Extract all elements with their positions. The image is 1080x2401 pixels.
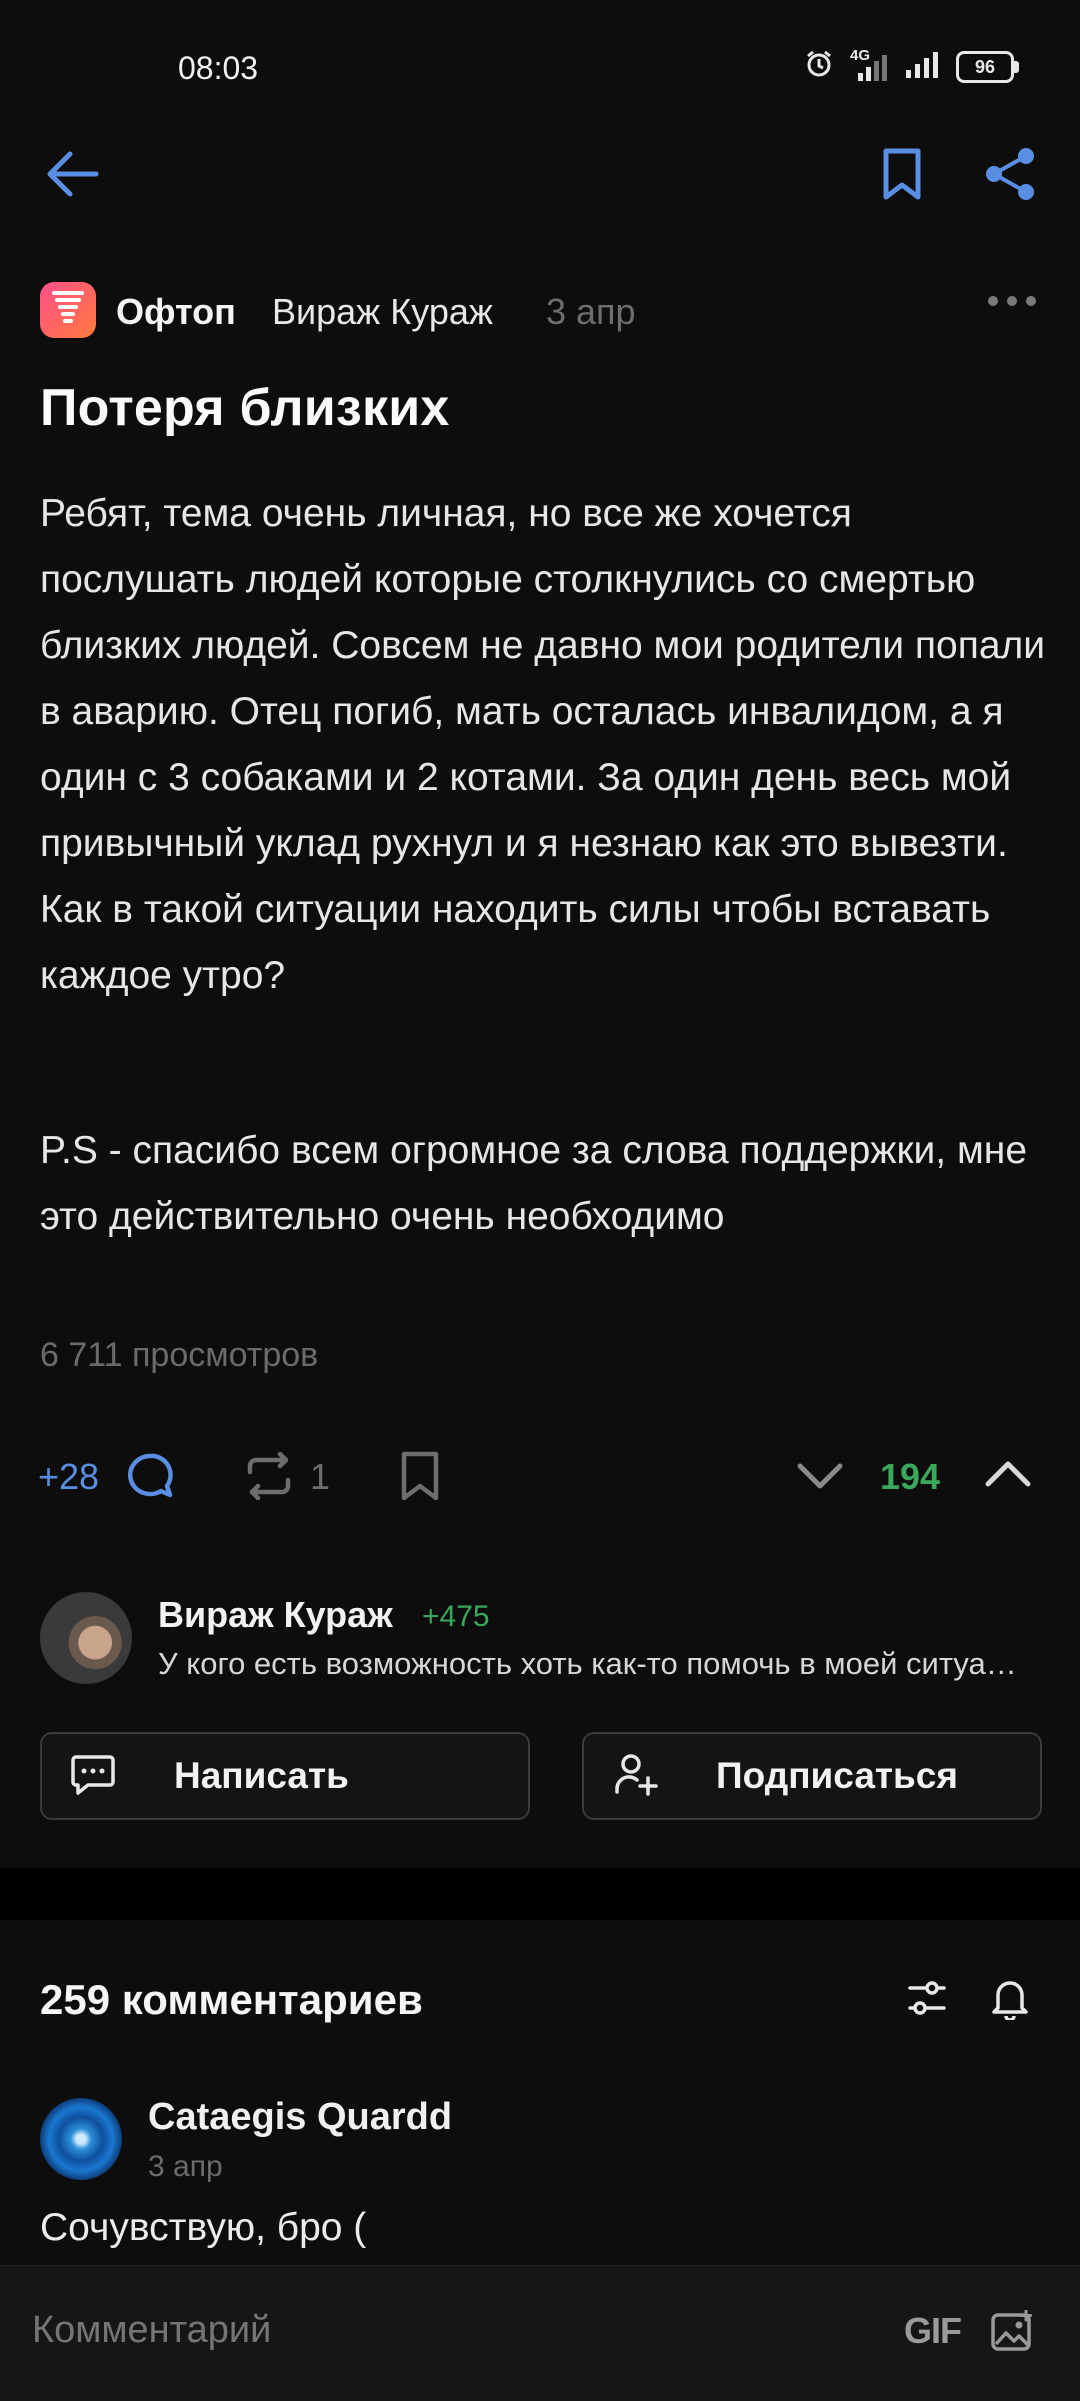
chevron-down-icon bbox=[796, 1463, 844, 1498]
battery-icon: 96 bbox=[956, 50, 1019, 83]
views-count: 6 711 просмотров bbox=[40, 1336, 319, 1374]
comments-title: 259 комментариев bbox=[40, 1976, 423, 2023]
status-time: 08:03 bbox=[178, 50, 259, 86]
comment-input[interactable] bbox=[30, 2308, 854, 2353]
back-arrow-icon bbox=[42, 146, 102, 207]
comment-text: Сочувствую, бро ( bbox=[40, 2206, 367, 2249]
bookmark-button[interactable] bbox=[862, 136, 942, 216]
community-name[interactable]: Офтоп bbox=[116, 291, 236, 333]
tornado-icon bbox=[51, 288, 85, 333]
share-icon bbox=[982, 146, 1038, 207]
repost-button[interactable] bbox=[240, 1451, 298, 1505]
signal-4g-icon: 4G bbox=[846, 47, 892, 83]
add-user-icon bbox=[614, 1752, 658, 1801]
save-button[interactable] bbox=[398, 1450, 442, 1507]
author-avatar[interactable] bbox=[40, 1592, 132, 1684]
commenter-avatar[interactable] bbox=[40, 2098, 122, 2180]
downvote-button[interactable] bbox=[796, 1458, 844, 1499]
back-button[interactable] bbox=[32, 136, 112, 216]
commenter-name[interactable]: Cataegis Quardd bbox=[148, 2096, 452, 2139]
comments-filter-button[interactable] bbox=[906, 1978, 948, 2023]
comments-new-count[interactable]: +28 bbox=[38, 1456, 99, 1498]
post-author[interactable]: Вираж Кураж bbox=[272, 291, 493, 333]
author-card-name[interactable]: Вираж Кураж bbox=[158, 1594, 393, 1636]
dot bbox=[1026, 296, 1036, 306]
community-logo[interactable] bbox=[40, 282, 96, 338]
image-icon bbox=[990, 2309, 1034, 2356]
dot bbox=[1007, 296, 1017, 306]
author-karma: +475 bbox=[422, 1600, 490, 1633]
repost-count: 1 bbox=[310, 1456, 331, 1497]
author-description: У кого есть возможность хоть как-то помо… bbox=[158, 1646, 1028, 1681]
subscribe-button-label: Подписаться bbox=[716, 1755, 958, 1796]
sliders-icon bbox=[906, 1981, 948, 2022]
bookmark-icon bbox=[398, 1451, 442, 1506]
dot bbox=[988, 296, 998, 306]
comments-button[interactable] bbox=[124, 1450, 176, 1507]
alarm-icon bbox=[804, 49, 834, 84]
bell-icon bbox=[990, 1981, 1030, 2024]
comment-bubble-icon bbox=[124, 1453, 176, 1506]
more-options-button[interactable] bbox=[988, 296, 1036, 306]
repost-icon bbox=[240, 1451, 298, 1504]
post-ps: P.S - спасибо всем огромное за слова под… bbox=[40, 1129, 1028, 1238]
write-button[interactable]: Написать bbox=[40, 1732, 530, 1820]
attach-image-button[interactable] bbox=[990, 2309, 1034, 2357]
signal-icon bbox=[904, 48, 944, 85]
status-icons: 4G 96 bbox=[804, 47, 1019, 85]
post-date: 3 апр bbox=[546, 291, 636, 332]
comments-subscribe-button[interactable] bbox=[990, 1976, 1030, 2025]
post-title: Потеря близких bbox=[40, 379, 450, 437]
chevron-up-icon bbox=[984, 1461, 1032, 1496]
comment-date: 3 апр bbox=[148, 2150, 223, 2183]
message-icon bbox=[70, 1753, 116, 1800]
rating-value: 194 bbox=[880, 1456, 941, 1497]
gif-button[interactable]: GIF bbox=[904, 2310, 962, 2352]
subscribe-button[interactable]: Подписаться bbox=[582, 1732, 1042, 1820]
section-divider bbox=[0, 1868, 1080, 1920]
share-button[interactable] bbox=[970, 136, 1050, 216]
upvote-button[interactable] bbox=[984, 1456, 1032, 1497]
write-button-label: Написать bbox=[174, 1755, 349, 1796]
post-body: Ребят, тема очень личная, но все же хоче… bbox=[40, 492, 1046, 997]
bookmark-icon bbox=[880, 147, 924, 206]
